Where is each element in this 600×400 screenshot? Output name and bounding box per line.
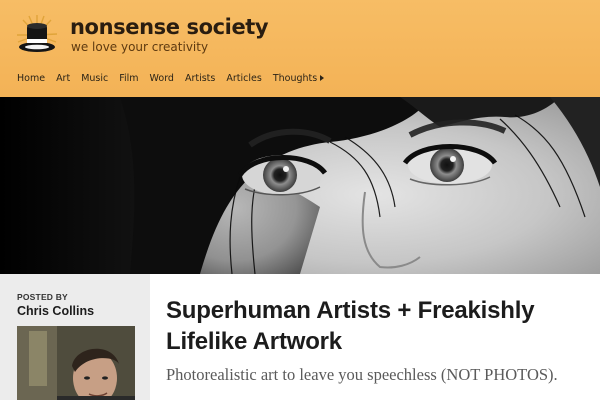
- site-tagline: we love your creativity: [71, 40, 209, 54]
- nav-item-home[interactable]: Home: [17, 72, 45, 86]
- nav-item-film[interactable]: Film: [119, 72, 138, 86]
- author-avatar[interactable]: [17, 326, 135, 400]
- article-subtitle: Photorealistic art to leave you speechle…: [166, 365, 558, 384]
- nav-item-word[interactable]: Word: [150, 72, 174, 86]
- article-content: Superhuman Artists + Freakishly Lifelike…: [150, 274, 600, 400]
- posted-by-label: POSTED BY: [17, 292, 68, 302]
- nav-item-music[interactable]: Music: [81, 72, 108, 86]
- site-title[interactable]: nonsense society: [70, 15, 269, 39]
- nav-item-articles[interactable]: Articles: [226, 72, 261, 86]
- nav-item-artists[interactable]: Artists: [185, 72, 215, 86]
- triangle-right-icon: [320, 75, 325, 81]
- article-title[interactable]: Superhuman Artists + Freakishly Lifelike…: [166, 295, 591, 357]
- hero-image[interactable]: [0, 97, 600, 274]
- main-nav: Home Art Music Film Word Artists Article…: [17, 72, 335, 86]
- nav-item-thoughts[interactable]: Thoughts: [272, 72, 325, 86]
- site-header: nonsense society we love your creativity…: [0, 0, 600, 97]
- author-sidebar: POSTED BY Chris Collins: [0, 274, 150, 400]
- nav-item-art[interactable]: Art: [56, 72, 70, 86]
- nav-item-thoughts-label: Thoughts: [272, 73, 318, 84]
- author-name[interactable]: Chris Collins: [17, 304, 94, 318]
- top-hat-icon[interactable]: [16, 14, 58, 56]
